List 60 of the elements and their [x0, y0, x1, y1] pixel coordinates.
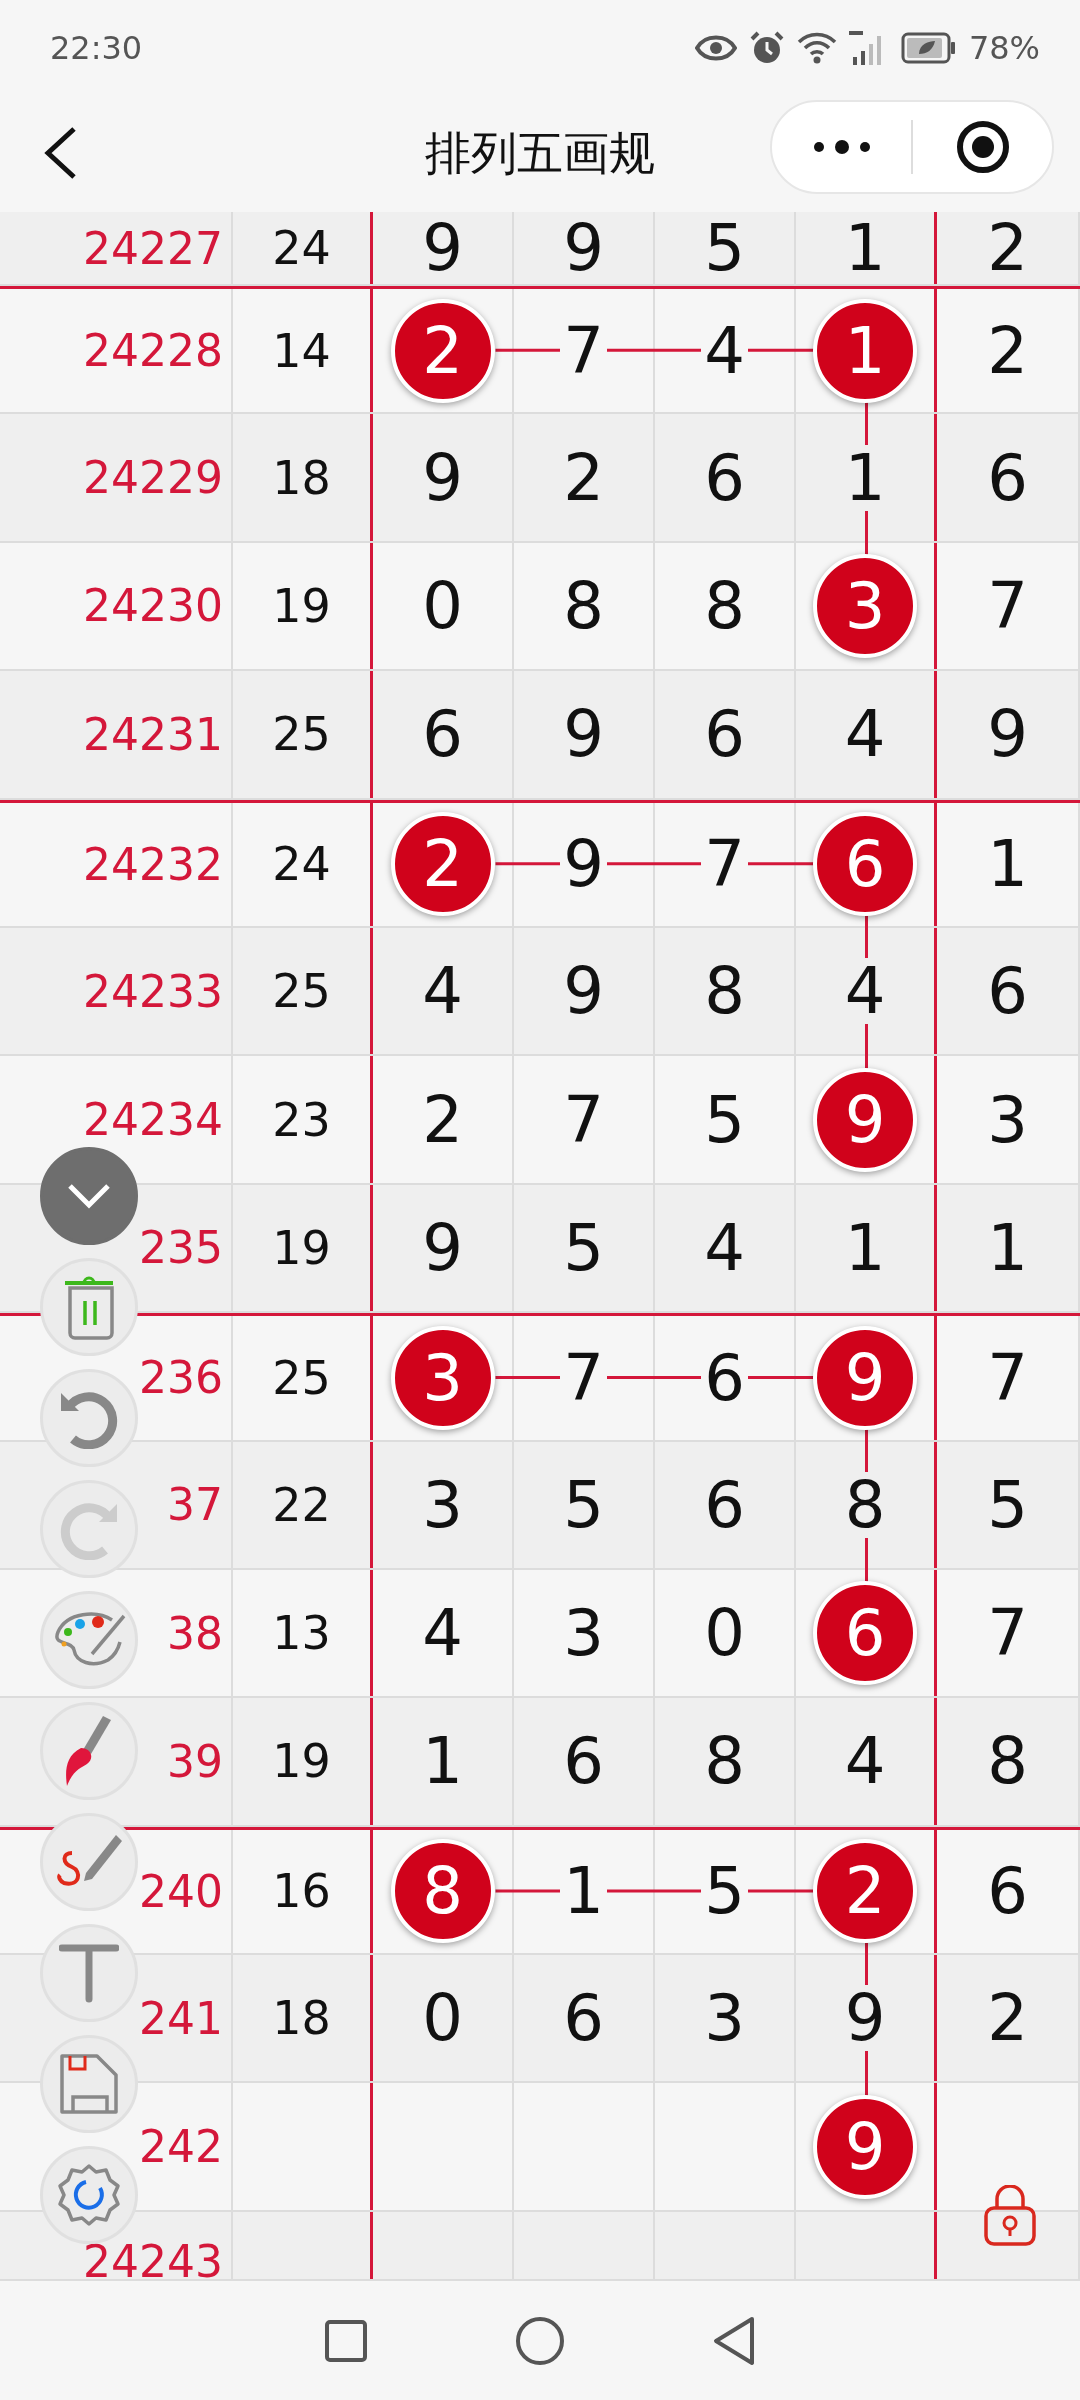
- issue-number: 242: [139, 2121, 223, 2173]
- circled-digit: 2: [813, 1839, 917, 1944]
- sum-value: 18: [272, 1991, 331, 2046]
- page-title: 排列五画规: [425, 124, 655, 182]
- issue-number: 24228: [83, 325, 223, 377]
- circled-digit: 9: [813, 1325, 917, 1430]
- sum-value: 24: [272, 837, 331, 892]
- padlock-icon[interactable]: [983, 2185, 1037, 2247]
- issue-number: 24233: [83, 965, 223, 1017]
- circled-digit: 2: [390, 812, 495, 917]
- sum-value: 25: [272, 964, 331, 1019]
- status-time: 22:30: [50, 28, 144, 67]
- issue-number: 24230: [83, 580, 223, 632]
- issue-number: 37: [167, 1479, 223, 1531]
- issue-number: 39: [167, 1736, 223, 1787]
- circled-digit: 3: [813, 553, 917, 658]
- circled-digit: 1: [813, 298, 917, 403]
- recents-icon[interactable]: [323, 2318, 368, 2363]
- circled-digit: 6: [813, 1581, 917, 1686]
- sum-value: 23: [272, 1092, 331, 1147]
- back-icon[interactable]: [712, 2315, 757, 2366]
- circled-digit: 6: [813, 812, 917, 917]
- circled-digit: 8: [390, 1839, 495, 1944]
- battery-percentage: 78%: [968, 28, 1040, 67]
- circled-digit: 3: [390, 1325, 495, 1430]
- home-icon[interactable]: [515, 2315, 565, 2366]
- issue-number: 38: [167, 1607, 223, 1659]
- more-icon[interactable]: [811, 139, 872, 155]
- battery-icon: [900, 31, 957, 64]
- sum-value: 24: [272, 221, 331, 275]
- sum-value: 13: [272, 1606, 331, 1661]
- circled-digit: 9: [813, 2094, 917, 2199]
- issue-number: 235: [139, 1222, 223, 1274]
- target-icon[interactable]: [954, 119, 1011, 175]
- sum-value: 25: [272, 1350, 331, 1405]
- chevron-down-icon: [67, 1183, 111, 1209]
- sum-value: 19: [272, 578, 331, 633]
- issue-number: 24231: [83, 708, 223, 760]
- text-tool-icon: [59, 1943, 119, 2003]
- issue-number: 24234: [83, 1094, 223, 1146]
- sum-value: 18: [272, 450, 331, 505]
- sum-value: 25: [272, 707, 331, 762]
- sum-value: 19: [272, 1220, 331, 1275]
- issue-number: 236: [139, 1352, 223, 1404]
- circled-digit: 9: [813, 1067, 917, 1172]
- issue-number: 24229: [83, 452, 223, 504]
- sum-value: 16: [272, 1864, 331, 1919]
- issue-number: 24227: [83, 222, 223, 274]
- alarm-clock-icon: [748, 29, 785, 66]
- circled-digit: 2: [390, 298, 495, 403]
- wifi-icon: [796, 31, 837, 64]
- issue-number: 241: [139, 1992, 223, 2044]
- sum-value: 19: [272, 1734, 331, 1789]
- sum-value: 22: [272, 1477, 331, 1532]
- gear-icon: [56, 2162, 122, 2228]
- eye-icon: [694, 33, 737, 62]
- issue-number: 240: [139, 1865, 223, 1917]
- sum-value: 14: [272, 323, 331, 378]
- issue-number: 24243: [83, 2244, 223, 2279]
- issue-number: 24232: [83, 838, 223, 890]
